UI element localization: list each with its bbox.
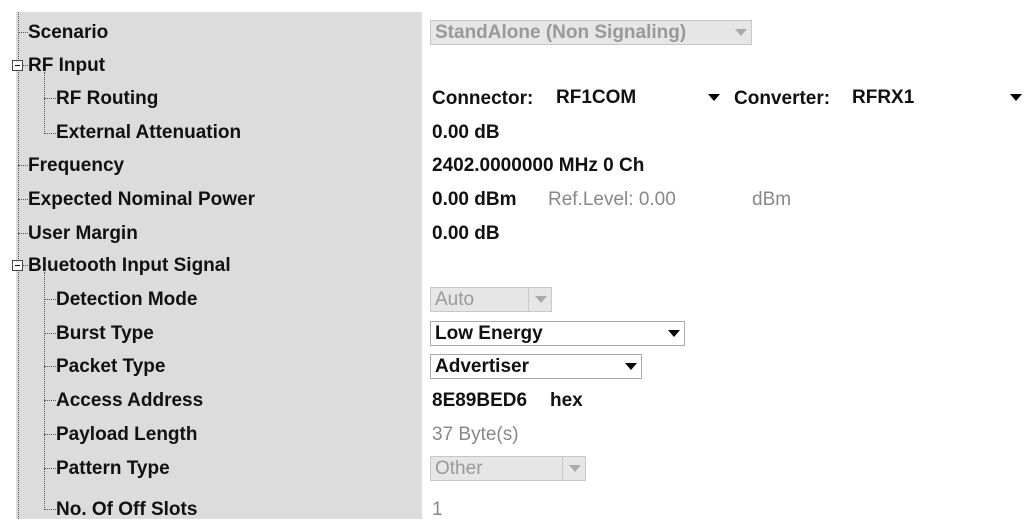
packet-type-value: Advertiser — [435, 356, 529, 377]
tree-label: External Attenuation — [56, 122, 242, 143]
tree-label: Packet Type — [56, 356, 166, 377]
tree-label: Payload Length — [56, 424, 198, 445]
ref-level-unit: dBm — [752, 189, 792, 210]
tree-connector — [44, 366, 56, 367]
tree-label: Access Address — [56, 390, 204, 411]
tree-connector — [44, 434, 56, 435]
converter-value: RFRX1 — [852, 87, 915, 108]
tree-connector — [44, 468, 56, 469]
tree-label: Expected Nominal Power — [28, 189, 256, 210]
tree-label: Pattern Type — [56, 458, 170, 479]
chevron-down-icon — [668, 330, 680, 337]
user-margin-value[interactable]: 0.00 dB — [432, 217, 500, 250]
no-of-off-slots-value: 1 — [432, 499, 443, 520]
chevron-down-icon — [625, 363, 637, 370]
access-address-unit: hex — [550, 390, 583, 411]
detection-mode-value: Auto — [435, 289, 475, 310]
tree-connector — [18, 165, 28, 166]
ref-level-label: Ref.Level: 0.00 — [548, 189, 676, 210]
tree-connector — [44, 509, 56, 510]
access-address-value[interactable]: 8E89BED6 — [432, 384, 527, 417]
chevron-down-icon — [535, 296, 547, 303]
tree-connector — [44, 299, 56, 300]
external-attenuation-value[interactable]: 0.00 dB — [432, 116, 500, 149]
tree-connector — [44, 98, 56, 99]
tree-label: Burst Type — [56, 323, 154, 344]
settings-values: StandAlone (Non Signaling) Connector: RF… — [422, 12, 1026, 520]
tree-label: RF Input — [28, 55, 106, 76]
connector-select[interactable]: RF1COM — [554, 86, 724, 111]
scenario-select[interactable]: StandAlone (Non Signaling) — [430, 20, 752, 45]
tree-label: Scenario — [28, 22, 109, 43]
tree-connector — [44, 333, 56, 334]
burst-type-value: Low Energy — [435, 323, 543, 344]
payload-length-value: 37 Byte(s) — [432, 424, 519, 445]
expected-nominal-power-value[interactable]: 0.00 dBm — [432, 183, 516, 216]
detection-mode-select[interactable]: Auto — [430, 287, 552, 312]
tree-label: Frequency — [28, 155, 125, 176]
tree-label: User Margin — [28, 223, 138, 244]
converter-select[interactable]: RFRX1 — [850, 86, 1026, 111]
collapse-icon[interactable] — [12, 60, 23, 71]
tree-connector — [18, 233, 28, 234]
chevron-down-icon — [1010, 94, 1022, 101]
tree-label: RF Routing — [56, 88, 159, 109]
tree-label: Detection Mode — [56, 289, 198, 310]
tree-label: No. Of Off Slots — [56, 499, 198, 520]
connector-value: RF1COM — [556, 87, 637, 108]
chevron-down-icon — [735, 29, 747, 36]
packet-type-select[interactable]: Advertiser — [430, 354, 642, 379]
tree-branch-line — [44, 72, 45, 134]
frequency-value[interactable]: 2402.0000000 MHz 0 Ch — [432, 149, 644, 182]
collapse-icon[interactable] — [12, 260, 23, 271]
chevron-down-icon — [569, 465, 581, 472]
chevron-down-icon — [708, 94, 720, 101]
pattern-type-select[interactable]: Other — [430, 456, 586, 481]
burst-type-select[interactable]: Low Energy — [430, 321, 685, 346]
pattern-type-value: Other — [435, 458, 483, 479]
tree-connector — [18, 32, 28, 33]
tree-connector — [18, 199, 28, 200]
scenario-value: StandAlone (Non Signaling) — [435, 22, 687, 43]
tree-label: Bluetooth Input Signal — [28, 255, 231, 276]
converter-label: Converter: — [734, 88, 831, 109]
tree-branch-line — [44, 272, 45, 510]
tree-connector — [44, 133, 56, 134]
tree-connector — [44, 400, 56, 401]
settings-tree: Scenario RF Input RF Routing External At… — [12, 12, 422, 520]
connector-label: Connector: — [432, 88, 534, 109]
